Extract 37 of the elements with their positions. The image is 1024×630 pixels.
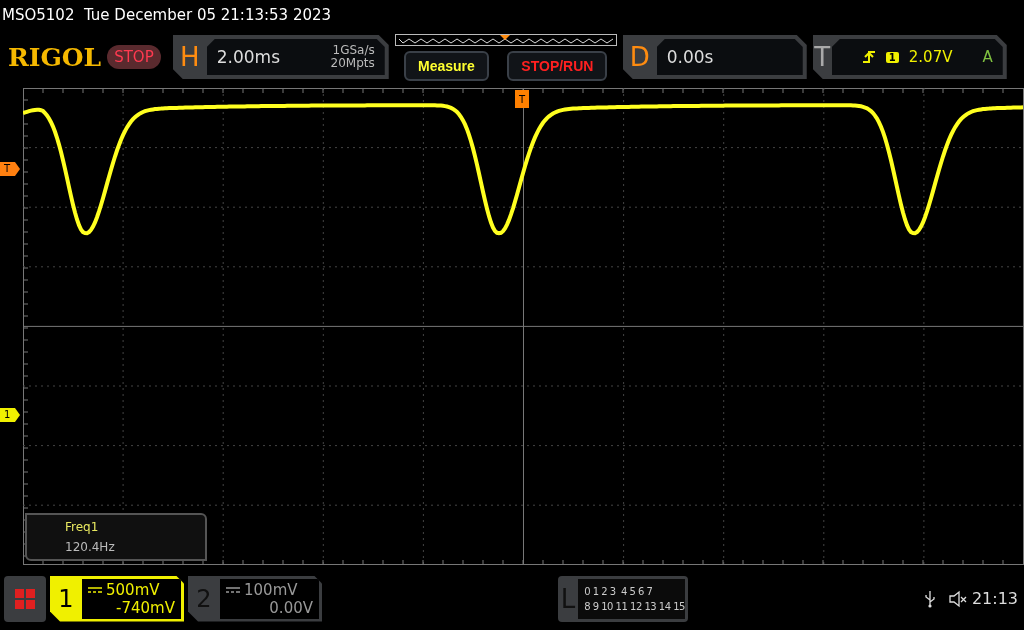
usb-icon — [923, 589, 936, 608]
dc-coupling-icon — [88, 586, 102, 593]
trigger-level-marker[interactable]: T — [0, 162, 20, 176]
run-state-badge: STOP — [107, 45, 161, 69]
grid-menu-icon — [14, 587, 36, 610]
timebase-value: 2.00ms — [216, 47, 280, 67]
memory-depth: 20Mpts — [330, 57, 375, 70]
clock: 21:13 — [971, 589, 1018, 608]
dc-coupling-icon — [226, 586, 240, 593]
channel-offset: 0.00V — [269, 598, 313, 617]
measure-button[interactable]: Measure — [404, 50, 489, 81]
logic-channels: 0 1 2 3 4 5 6 7 — [584, 584, 654, 599]
trigger-source-badge: 1 — [885, 51, 899, 63]
channel-scale: 100mV — [244, 580, 298, 599]
trigger-mode: A — [982, 48, 993, 66]
stop-run-button[interactable]: STOP/RUN — [507, 50, 608, 81]
channel-offset-marker[interactable]: 1 — [0, 408, 20, 422]
sample-rate: 1GSa/s — [332, 44, 375, 57]
channel-tab[interactable]: 1 500mV -740mV — [50, 575, 184, 622]
logo: RIGOL — [8, 42, 102, 72]
delay-value: 0.00s — [666, 47, 714, 67]
trigger-level: 2.07V — [908, 48, 953, 66]
channel-number: 1 — [57, 584, 75, 613]
speaker-muted-icon — [947, 589, 968, 608]
measurement-value: 120.4Hz — [65, 540, 116, 554]
rising-edge-icon — [861, 50, 876, 64]
logic-channels: 8 9 10 11 12 13 14 15 — [584, 599, 685, 614]
trigger-position-marker[interactable]: T — [515, 90, 529, 108]
waveform-overview-icon — [394, 33, 617, 46]
window-title: MSO5102 Tue December 05 21:13:53 2023 — [1, 5, 333, 26]
measurement-name: Freq1 — [65, 520, 100, 534]
channel-scale: 500mV — [106, 580, 160, 599]
menu-button[interactable] — [4, 575, 46, 622]
horizontal-panel[interactable]: H 2.00ms 1GSa/s 20Mpts — [172, 35, 389, 79]
channel-offset: -740mV — [116, 598, 175, 617]
delay-panel[interactable]: D 0.00s — [622, 35, 807, 79]
trigger-panel[interactable]: T 1 2.07V A — [812, 35, 1007, 79]
